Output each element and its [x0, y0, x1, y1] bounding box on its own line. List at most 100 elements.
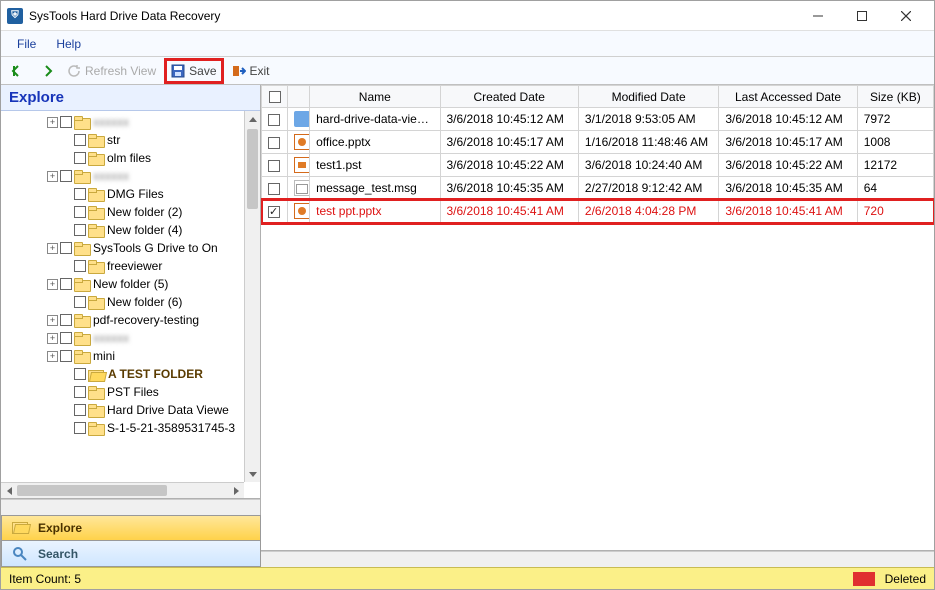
tree-item[interactable]: New folder (2) [3, 203, 244, 221]
tree-item[interactable]: S-1-5-21-3589531745-3 [3, 419, 244, 437]
table-row[interactable]: test ppt.pptx3/6/2018 10:45:41 AM2/6/201… [262, 200, 934, 223]
table-row[interactable]: office.pptx3/6/2018 10:45:17 AM1/16/2018… [262, 131, 934, 154]
tree-expander[interactable]: + [47, 315, 58, 326]
tab-explore-label: Explore [38, 521, 82, 535]
tree-checkbox[interactable] [74, 134, 86, 146]
menu-help[interactable]: Help [48, 33, 89, 55]
refresh-button[interactable]: Refresh View [61, 59, 162, 83]
menu-bar: File Help [1, 31, 934, 57]
tree-checkbox[interactable] [74, 368, 86, 380]
folder-icon [88, 188, 103, 200]
tree-checkbox[interactable] [74, 188, 86, 200]
tree-item[interactable]: A TEST FOLDER [3, 365, 244, 383]
tree-horizontal-scrollbar[interactable] [1, 482, 244, 498]
folder-icon [74, 278, 89, 290]
tree-item[interactable]: Hard Drive Data Viewe [3, 401, 244, 419]
header-accessed[interactable]: Last Accessed Date [719, 86, 857, 108]
tree-expander[interactable]: + [47, 243, 58, 254]
tree-item[interactable]: + xxxxxx [3, 113, 244, 131]
scroll-left-icon[interactable] [1, 483, 17, 498]
tree-item[interactable]: DMG Files [3, 185, 244, 203]
folder-icon [74, 242, 89, 254]
header-checkbox[interactable] [262, 86, 288, 108]
menu-file[interactable]: File [9, 33, 44, 55]
tree-checkbox[interactable] [60, 278, 72, 290]
scroll-right-icon[interactable] [228, 483, 244, 498]
tree-item[interactable]: +xxxxxx [3, 167, 244, 185]
scroll-thumb[interactable] [247, 129, 258, 209]
tree-item[interactable]: + SysTools G Drive to On [3, 239, 244, 257]
tree-checkbox[interactable] [74, 260, 86, 272]
tree-item[interactable]: New folder (6) [3, 293, 244, 311]
scroll-down-icon[interactable] [245, 466, 260, 482]
table-row[interactable]: test1.pst3/6/2018 10:45:22 AM3/6/2018 10… [262, 154, 934, 177]
row-checkbox[interactable] [268, 183, 280, 195]
tree-item[interactable]: +New folder (5) [3, 275, 244, 293]
tree-checkbox[interactable] [74, 152, 86, 164]
tree-item[interactable]: +mini [3, 347, 244, 365]
tree-item-label: SysTools G Drive to On [93, 241, 218, 255]
tree-item-label: xxxxxx [93, 115, 129, 129]
cell-created: 3/6/2018 10:45:35 AM [440, 177, 578, 200]
tree-item[interactable]: PST Files [3, 383, 244, 401]
tab-explore[interactable]: Explore [1, 515, 261, 541]
left-pane: Explore +xxxxxxstrolm files+xxxxxxDMG Fi… [1, 85, 261, 567]
header-name[interactable]: Name [310, 86, 440, 108]
tree-checkbox[interactable] [74, 224, 86, 236]
tree-item[interactable]: freeviewer [3, 257, 244, 275]
row-checkbox[interactable] [268, 206, 280, 218]
tree-checkbox[interactable] [74, 422, 86, 434]
cell-size: 720 [857, 200, 933, 223]
folder-tree[interactable]: +xxxxxxstrolm files+xxxxxxDMG FilesNew f… [1, 111, 244, 482]
tree-vertical-scrollbar[interactable] [244, 111, 260, 482]
tree-item[interactable]: olm files [3, 149, 244, 167]
maximize-button[interactable] [840, 2, 884, 30]
tree-view-wrap: +xxxxxxstrolm files+xxxxxxDMG FilesNew f… [1, 111, 260, 499]
tree-expander[interactable]: + [47, 171, 58, 182]
tree-checkbox[interactable] [60, 116, 72, 128]
tree-item-label: pdf-recovery-testing [93, 313, 199, 327]
tree-checkbox[interactable] [74, 386, 86, 398]
tree-checkbox[interactable] [60, 350, 72, 362]
tree-checkbox[interactable] [74, 206, 86, 218]
row-checkbox[interactable] [268, 137, 280, 149]
tree-checkbox[interactable] [60, 332, 72, 344]
tree-checkbox[interactable] [60, 170, 72, 182]
tree-item-label: DMG Files [107, 187, 164, 201]
exit-button[interactable]: Exit [226, 59, 276, 83]
tree-item[interactable]: str [3, 131, 244, 149]
tree-expander[interactable]: + [47, 351, 58, 362]
tree-checkbox[interactable] [74, 296, 86, 308]
tree-item-label: freeviewer [107, 259, 162, 273]
nav-back-button[interactable] [5, 59, 31, 83]
folder-icon [74, 332, 89, 344]
tree-item[interactable]: + pdf-recovery-testing [3, 311, 244, 329]
header-created[interactable]: Created Date [440, 86, 578, 108]
nav-forward-button[interactable] [33, 59, 59, 83]
minimize-button[interactable] [796, 2, 840, 30]
row-checkbox[interactable] [268, 114, 280, 126]
tree-checkbox[interactable] [60, 314, 72, 326]
tree-item[interactable]: New folder (4) [3, 221, 244, 239]
tree-expander[interactable]: + [47, 279, 58, 290]
header-size[interactable]: Size (KB) [857, 86, 933, 108]
tree-expander[interactable]: + [47, 117, 58, 128]
tree-checkbox[interactable] [74, 404, 86, 416]
save-button[interactable]: Save [164, 58, 223, 84]
tree-item[interactable]: +xxxxxx [3, 329, 244, 347]
table-row[interactable]: hard-drive-data-viewe...3/6/2018 10:45:1… [262, 108, 934, 131]
table-row[interactable]: message_test.msg3/6/2018 10:45:35 AM2/27… [262, 177, 934, 200]
scroll-hthumb[interactable] [17, 485, 167, 496]
tree-expander[interactable]: + [47, 333, 58, 344]
row-checkbox[interactable] [268, 160, 280, 172]
cell-created: 3/6/2018 10:45:22 AM [440, 154, 578, 177]
left-tabs: Explore [1, 515, 260, 541]
item-count-label: Item Count: 5 [9, 572, 81, 586]
header-modified[interactable]: Modified Date [578, 86, 718, 108]
close-button[interactable] [884, 2, 928, 30]
folder-icon [88, 422, 103, 434]
scroll-up-icon[interactable] [245, 111, 260, 127]
tree-checkbox[interactable] [60, 242, 72, 254]
tab-search[interactable]: Search [1, 540, 261, 567]
file-type-icon [294, 134, 310, 150]
